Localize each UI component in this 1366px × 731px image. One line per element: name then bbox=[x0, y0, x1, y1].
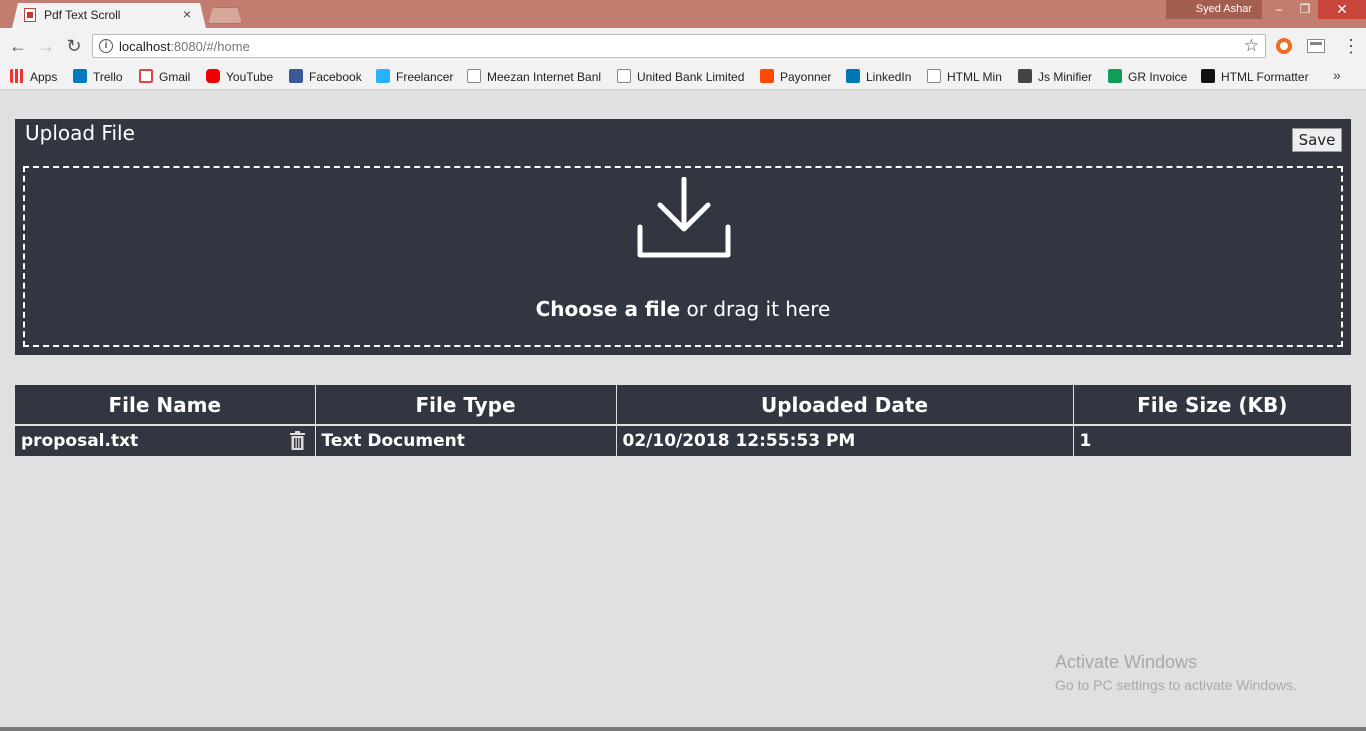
bookmark-label: United Bank Limited bbox=[637, 70, 745, 84]
reload-icon[interactable]: ↻ bbox=[64, 35, 84, 57]
file-dropzone[interactable]: Choose a file or drag it here bbox=[23, 166, 1343, 347]
activation-watermark: Activate Windows Go to PC settings to ac… bbox=[1055, 652, 1297, 693]
bookmark-label: Facebook bbox=[309, 70, 362, 84]
cell-file-name: proposal.txt bbox=[15, 424, 316, 456]
cell-uploaded-date: 02/10/2018 12:55:53 PM bbox=[616, 424, 1074, 456]
page-icon bbox=[927, 69, 941, 83]
bookmark-label: LinkedIn bbox=[866, 70, 912, 84]
save-button[interactable]: Save bbox=[1292, 128, 1342, 152]
bookmark-label: HTML Min bbox=[947, 70, 1002, 84]
back-arrow-icon[interactable]: ← bbox=[8, 35, 28, 57]
taskbar-edge bbox=[0, 727, 1366, 731]
pdf-favicon-icon bbox=[24, 8, 36, 22]
gmail-icon bbox=[139, 69, 153, 83]
cell-file-type: Text Document bbox=[315, 424, 617, 456]
url-path: :8080/#/home bbox=[170, 39, 250, 54]
table-header-row: File Name File Type Uploaded Date File S… bbox=[15, 385, 1351, 425]
linkedin-icon bbox=[846, 69, 860, 83]
bookmarks-bar: Apps Trello Gmail YouTube Facebook Freel… bbox=[0, 64, 1366, 90]
page-icon bbox=[617, 69, 631, 83]
sheets-icon bbox=[1108, 69, 1122, 83]
bookmark-facebook[interactable]: Facebook bbox=[289, 68, 369, 86]
profile-button[interactable]: Syed Ashar bbox=[1166, 0, 1262, 19]
bookmark-trello[interactable]: Trello bbox=[73, 68, 133, 86]
forward-arrow-icon[interactable]: → bbox=[36, 35, 56, 57]
bookmark-label: Meezan Internet Banl bbox=[487, 70, 602, 84]
file-name-text: proposal.txt bbox=[21, 431, 139, 451]
column-header-file-name: File Name bbox=[15, 385, 316, 425]
info-icon[interactable]: i bbox=[99, 39, 113, 53]
tab-title: Pdf Text Scroll bbox=[44, 8, 121, 22]
bookmark-gr-invoice[interactable]: GR Invoice bbox=[1108, 68, 1194, 86]
cast-extension-icon[interactable] bbox=[1307, 39, 1325, 53]
bookmark-apps[interactable]: Apps bbox=[10, 68, 66, 86]
trash-icon[interactable] bbox=[289, 431, 305, 450]
cell-file-size: 1 bbox=[1073, 424, 1351, 456]
youtube-icon bbox=[206, 69, 220, 83]
bookmark-label: YouTube bbox=[226, 70, 274, 84]
bookmark-html-min[interactable]: HTML Min bbox=[927, 68, 1011, 86]
table-row: proposal.txt Text Document 02/10/2018 12… bbox=[15, 424, 1351, 456]
bookmark-freelancer[interactable]: Freelancer bbox=[376, 68, 460, 86]
bookmark-meezan[interactable]: Meezan Internet Banl bbox=[467, 68, 605, 86]
bookmark-js-minifier[interactable]: Js Minifier bbox=[1018, 68, 1100, 86]
bookmark-html-formatter[interactable]: HTML Formatter bbox=[1201, 68, 1321, 86]
bookmark-label: Apps bbox=[30, 70, 58, 84]
bookmarks-overflow-icon[interactable]: » bbox=[1333, 67, 1341, 83]
address-bar[interactable]: i localhost:8080/#/home ☆ bbox=[92, 34, 1266, 58]
bookmark-ubl[interactable]: United Bank Limited bbox=[617, 68, 753, 86]
download-icon bbox=[637, 177, 731, 258]
minimize-button[interactable]: – bbox=[1266, 0, 1292, 19]
url-host: localhost bbox=[119, 39, 171, 54]
maximize-button[interactable]: ❐ bbox=[1292, 0, 1318, 19]
browser-toolbar: ← → ↻ i localhost:8080/#/home ☆ ⋮ bbox=[0, 28, 1366, 64]
column-header-file-size: File Size (KB) bbox=[1073, 385, 1351, 425]
bookmark-youtube[interactable]: YouTube bbox=[206, 68, 282, 86]
js-minifier-icon bbox=[1018, 69, 1032, 83]
bookmark-label: Js Minifier bbox=[1038, 70, 1093, 84]
bookmark-payoneer[interactable]: Payonner bbox=[760, 68, 840, 86]
facebook-icon bbox=[289, 69, 303, 83]
dropzone-label[interactable]: Choose a file or drag it here bbox=[25, 297, 1341, 321]
bookmark-label: GR Invoice bbox=[1128, 70, 1188, 84]
kebab-menu-icon[interactable]: ⋮ bbox=[1342, 36, 1360, 56]
files-table: File Name File Type Uploaded Date File S… bbox=[15, 385, 1351, 456]
window-titlebar: Pdf Text Scroll × Syed Ashar – ❐ ✕ bbox=[0, 0, 1366, 28]
tab-close-button[interactable]: × bbox=[183, 6, 191, 22]
ff-icon bbox=[1201, 69, 1215, 83]
bookmark-gmail[interactable]: Gmail bbox=[139, 68, 199, 86]
url-text[interactable]: localhost:8080/#/home bbox=[119, 39, 250, 54]
new-tab-button[interactable] bbox=[208, 7, 242, 24]
bookmark-linkedin[interactable]: LinkedIn bbox=[846, 68, 920, 86]
bookmark-label: Gmail bbox=[159, 70, 191, 84]
panel-title: Upload File bbox=[25, 121, 135, 145]
column-header-file-type: File Type bbox=[315, 385, 617, 425]
bookmark-label: Freelancer bbox=[396, 70, 454, 84]
payoneer-icon bbox=[760, 69, 774, 83]
browser-tab[interactable]: Pdf Text Scroll × bbox=[12, 3, 206, 28]
choose-file-link[interactable]: Choose a file bbox=[536, 297, 681, 321]
watermark-title: Activate Windows bbox=[1055, 652, 1198, 672]
close-window-button[interactable]: ✕ bbox=[1318, 0, 1366, 19]
bookmark-star-icon[interactable]: ☆ bbox=[1244, 36, 1259, 56]
drag-hint: or drag it here bbox=[680, 297, 831, 321]
bookmark-label: Trello bbox=[93, 70, 123, 84]
trello-icon bbox=[73, 69, 87, 83]
page-icon bbox=[467, 69, 481, 83]
apps-grid-icon bbox=[10, 69, 24, 83]
upload-panel: Upload File Save Choose a file or drag i… bbox=[15, 119, 1351, 355]
extension-icon[interactable] bbox=[1276, 38, 1292, 54]
column-header-uploaded-date: Uploaded Date bbox=[616, 385, 1074, 425]
watermark-subtitle: Go to PC settings to activate Windows. bbox=[1055, 677, 1297, 693]
bookmark-label: HTML Formatter bbox=[1221, 70, 1309, 84]
freelancer-icon bbox=[376, 69, 390, 83]
bookmark-label: Payonner bbox=[780, 70, 832, 84]
